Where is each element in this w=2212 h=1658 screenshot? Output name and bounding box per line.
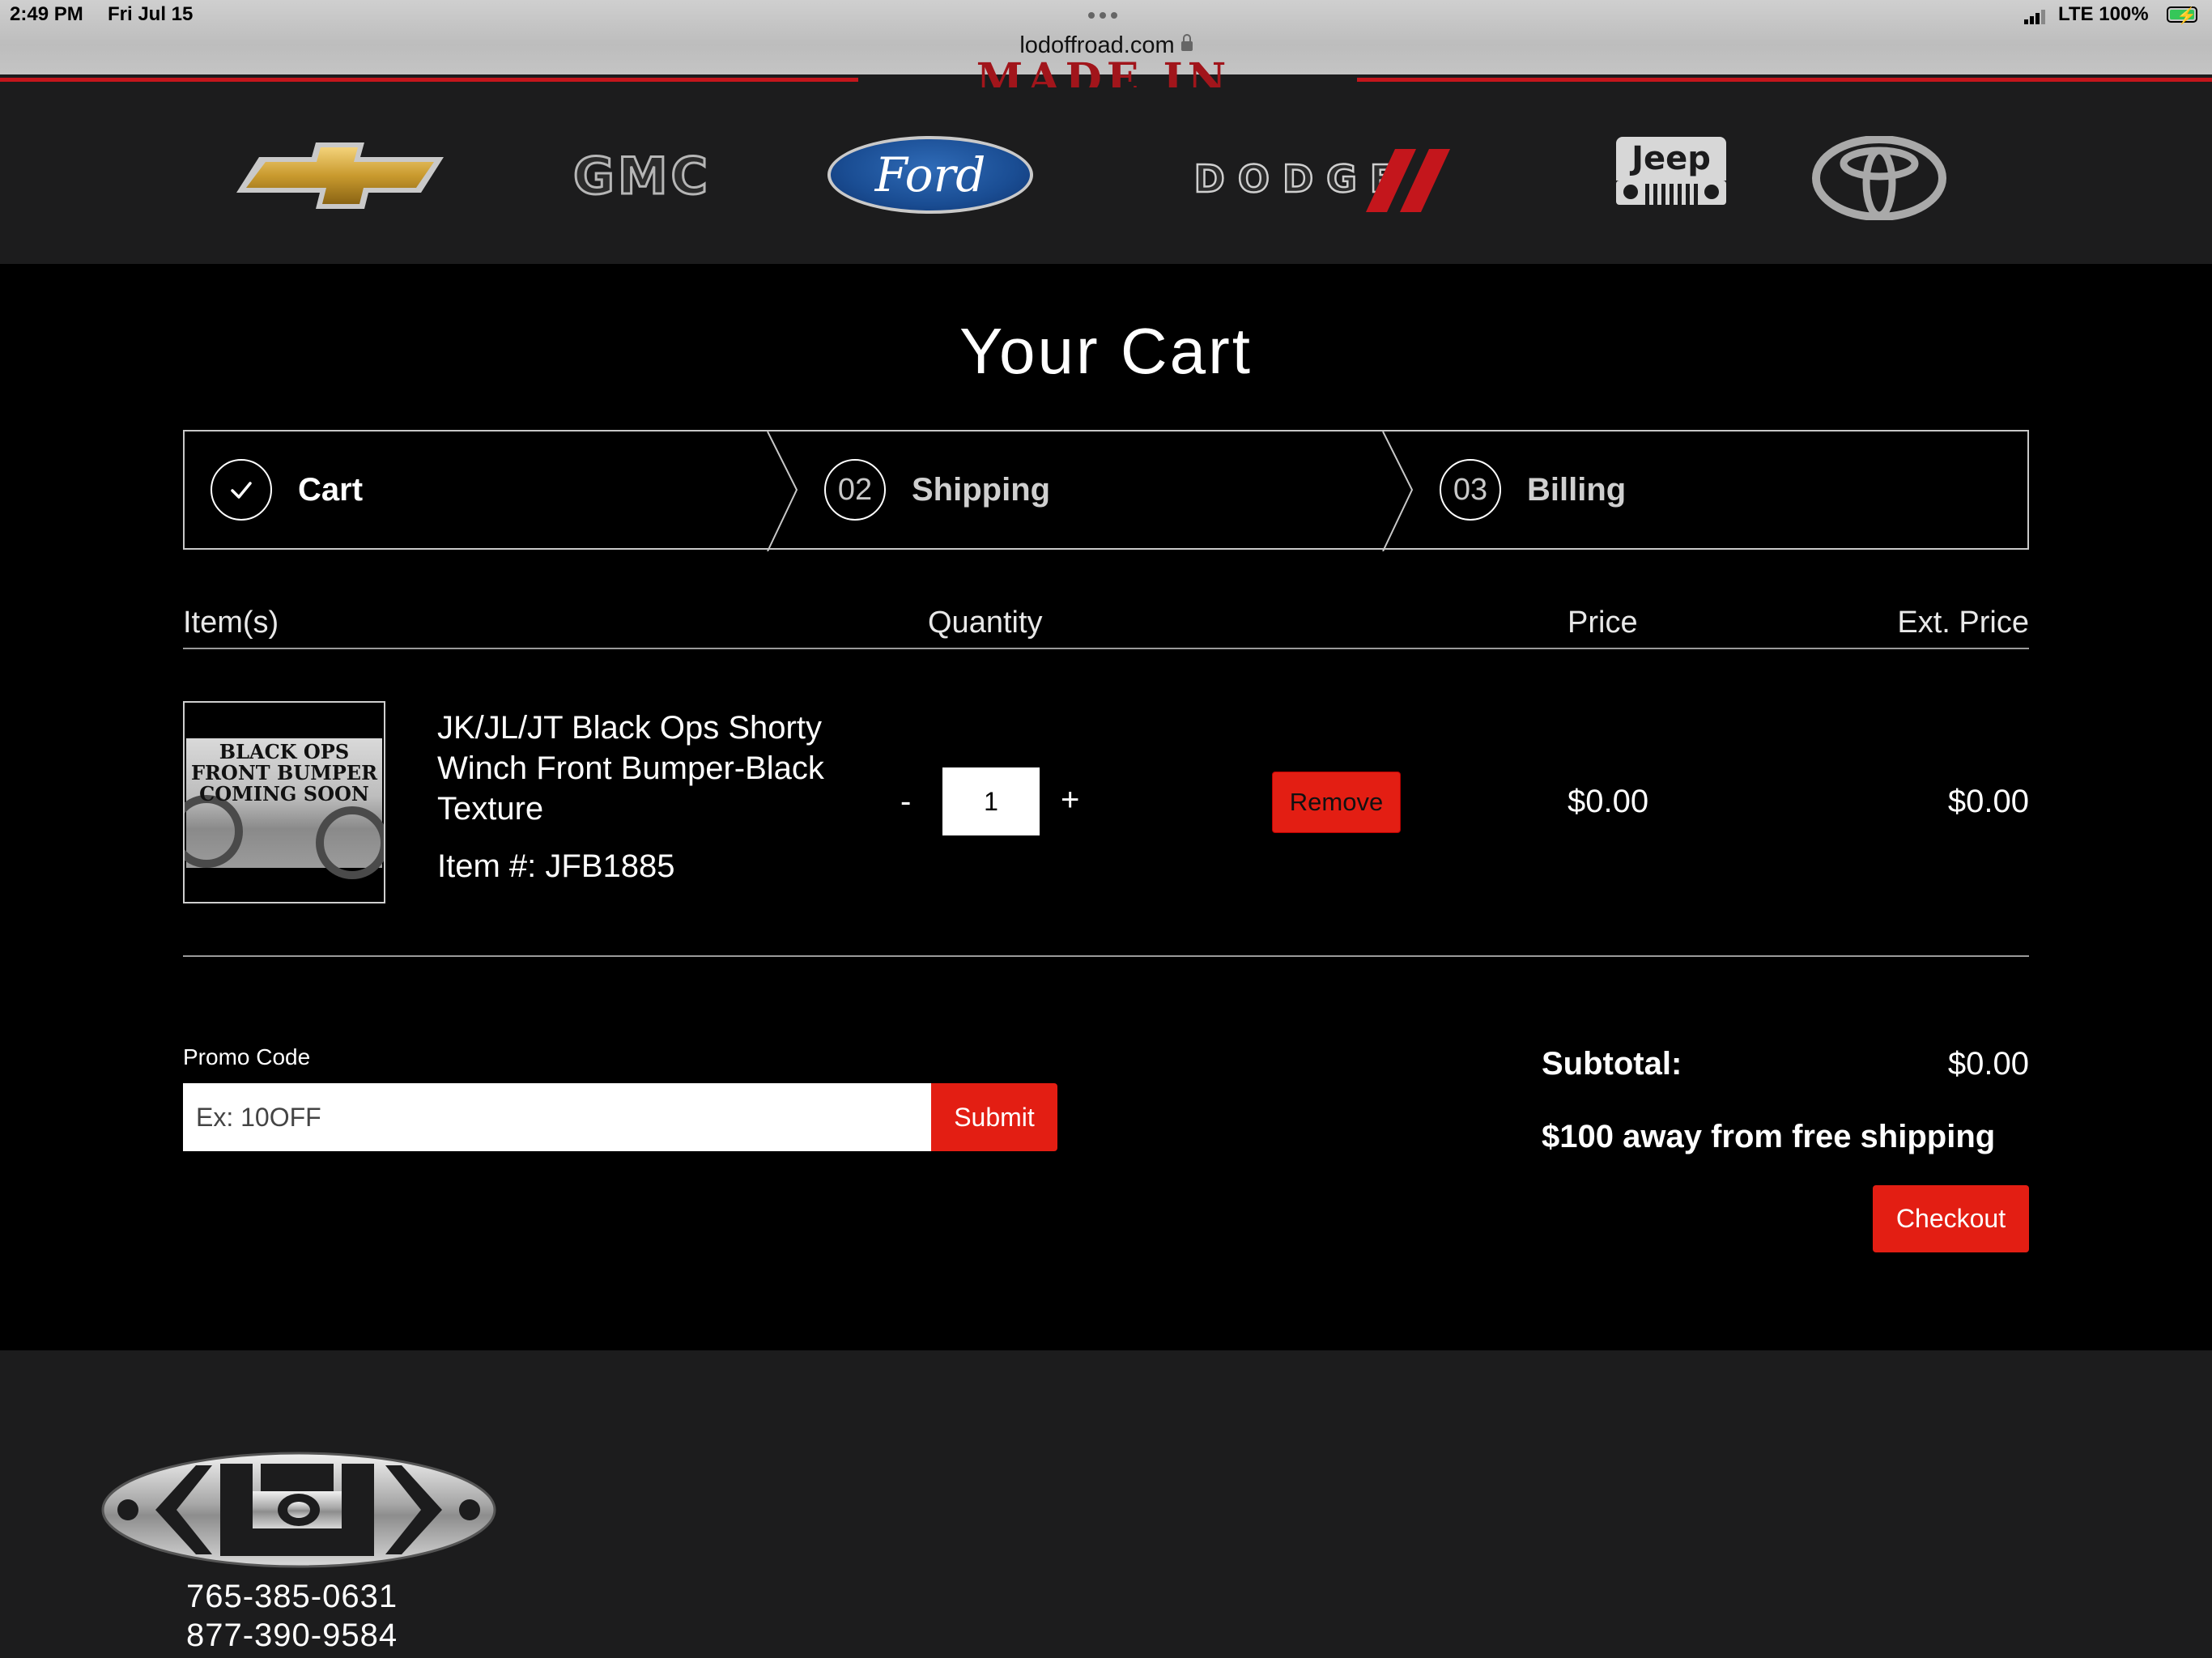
promo-submit-button[interactable]: Submit <box>931 1083 1057 1151</box>
step-label: Billing <box>1527 471 1627 508</box>
step-billing[interactable]: 03 Billing <box>1440 432 1626 548</box>
chevrolet-logo[interactable] <box>235 139 445 212</box>
dodge-logo[interactable]: DODGE <box>1143 142 1508 215</box>
step-label: Shipping <box>912 471 1051 508</box>
phone-number-link[interactable]: 877-390-9584 <box>186 1618 398 1654</box>
quantity-input[interactable] <box>942 767 1040 835</box>
checkout-button[interactable]: Checkout <box>1873 1185 2029 1252</box>
free-shipping-message: $100 away from free shipping <box>1542 1119 1996 1154</box>
footer: 765-385-0631 877-390-9584 <box>0 1350 2212 1658</box>
battery-icon: ⚡ <box>2167 6 2197 25</box>
step-number: 02 <box>824 459 886 521</box>
product-thumbnail[interactable]: BLACK OPS FRONT BUMPER COMING SOON <box>183 701 385 903</box>
signal-icon <box>2024 8 2050 24</box>
check-icon <box>211 459 272 521</box>
toyota-logo[interactable] <box>1812 136 1946 220</box>
step-cart[interactable]: Cart <box>211 432 363 548</box>
thumbnail-text-line: COMING SOON <box>199 782 369 806</box>
ford-logo[interactable]: Ford <box>827 136 1033 214</box>
stepper-dividers <box>767 432 1414 551</box>
column-header-quantity: Quantity <box>928 606 1043 640</box>
step-label: Cart <box>298 471 364 508</box>
checkout-stepper: Cart 02 Shipping 03 Billing <box>183 430 2029 551</box>
header-divider <box>183 648 2029 649</box>
promo-code-input[interactable] <box>183 1083 933 1151</box>
jeep-logo[interactable]: Jeep <box>1616 136 1726 217</box>
jeep-grille-icon <box>1616 181 1726 213</box>
red-divider-left <box>0 78 858 82</box>
lod-logo[interactable] <box>99 1449 499 1571</box>
quantity-increase-button[interactable]: + <box>1061 782 1079 818</box>
row-divider <box>183 955 2029 957</box>
thumbnail-text-line: BLACK OPS <box>219 740 350 763</box>
column-header-items: Item(s) <box>183 606 279 640</box>
step-shipping[interactable]: 02 Shipping <box>824 432 1050 548</box>
item-price: $0.00 <box>1568 784 1649 819</box>
quantity-decrease-button[interactable]: - <box>900 784 911 820</box>
gmc-logo[interactable]: GMC <box>557 145 727 206</box>
phone-number-link[interactable]: 765-385-0631 <box>186 1579 398 1615</box>
thumbnail-text-line: FRONT BUMPER <box>190 761 378 784</box>
jeep-wordmark: Jeep <box>1616 137 1726 181</box>
more-options-icon[interactable] <box>1088 8 1124 21</box>
item-ext-price: $0.00 <box>1947 784 2029 819</box>
step-number: 03 <box>1440 459 1501 521</box>
column-header-price: Price <box>1568 606 1638 640</box>
subtotal-value: $0.00 <box>1947 1046 2029 1082</box>
red-divider-right <box>1357 78 2212 82</box>
product-item-number: Item #: JFB1885 <box>437 848 675 884</box>
status-date: Fri Jul 15 <box>108 3 194 25</box>
subtotal-label: Subtotal: <box>1542 1046 1682 1082</box>
made-in-usa-banner: MADE IN USA <box>976 55 1231 87</box>
product-image: BLACK OPS FRONT BUMPER COMING SOON <box>185 738 384 879</box>
remove-button[interactable]: Remove <box>1272 772 1401 833</box>
dodge-stripes-icon <box>1366 149 1451 212</box>
page-title: Your Cart <box>959 315 1253 387</box>
brand-header: MADE IN USA GMC Ford DODGE Jeep <box>0 55 2212 264</box>
status-time: 2:49 PM <box>10 3 83 25</box>
lock-icon <box>1180 34 1193 51</box>
column-header-ext-price: Ext. Price <box>1897 606 2029 640</box>
network-status: LTE 100% <box>2058 3 2149 25</box>
product-name-link[interactable]: JK/JL/JT Black Ops Shorty Winch Front Bu… <box>437 708 891 829</box>
promo-code-label: Promo Code <box>183 1044 311 1069</box>
